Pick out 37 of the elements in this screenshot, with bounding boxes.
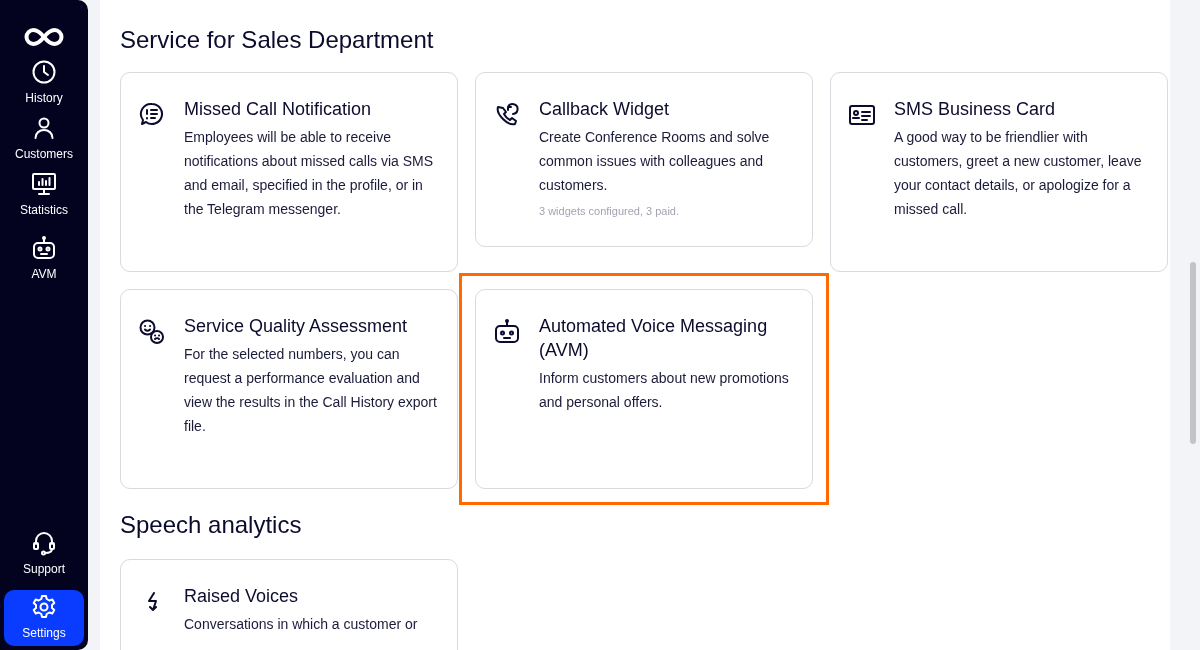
headset-icon bbox=[31, 530, 57, 556]
card-description: Create Conference Rooms and solve common issues with colleagues and customers. bbox=[539, 128, 771, 195]
card-title: SMS Business Card bbox=[894, 98, 1057, 121]
sidebar-nav-item[interactable]: History bbox=[4, 55, 84, 111]
service-card[interactable]: Automated Voice Messaging (AVM) Inform customers about new promotions and personal offers. bbox=[475, 289, 813, 489]
sidebar-nav-item[interactable]: AVM bbox=[4, 231, 84, 287]
clock-icon bbox=[31, 59, 57, 85]
robot-icon bbox=[31, 235, 57, 261]
card-note: 3 widgets configured, 3 paid. bbox=[539, 204, 681, 219]
smiley-faces-icon bbox=[138, 318, 166, 346]
section-heading: Service for Sales Department bbox=[120, 25, 435, 55]
card-title: Automated Voice Messaging (AVM) bbox=[539, 315, 769, 362]
sidebar-nav-item[interactable]: Customers bbox=[4, 111, 84, 167]
card-title: Missed Call Notification bbox=[184, 98, 373, 121]
service-card[interactable]: Service Quality Assessment For the selected numbers, you can request a performance evaluation and view the results in the Call History export file. bbox=[120, 289, 458, 489]
monitor-chart-icon bbox=[31, 171, 57, 197]
card-title: Callback Widget bbox=[539, 98, 671, 121]
card-title: Raised Voices bbox=[184, 585, 300, 608]
section-heading: Speech analytics bbox=[120, 510, 303, 540]
infinity-logo-icon bbox=[23, 27, 65, 47]
service-card[interactable]: Callback Widget Create Conference Rooms and solve common issues with colleagues and customers. 3 widgets configured, 3 paid. bbox=[475, 72, 813, 247]
robot-icon bbox=[493, 318, 521, 346]
gear-icon bbox=[31, 594, 57, 620]
card-description: A good way to be friendlier with customers, greet a new customer, leave your contact details, or apologize for a missed call. bbox=[894, 128, 1143, 219]
card-description: Conversations in which a customer or bbox=[184, 615, 418, 634]
scrollbar-thumb[interactable] bbox=[1190, 262, 1196, 444]
service-card[interactable]: Missed Call Notification Employees will be able to receive notifications about missed calls via SMS and email, specified in the profile, or in the Telegram messenger. bbox=[120, 72, 458, 272]
sidebar-nav-item[interactable]: Settings bbox=[4, 590, 84, 646]
service-card[interactable]: SMS Business Card A good way to be friendlier with customers, greet a new customer, leave your contact details, or apologize for a missed call. bbox=[830, 72, 1168, 272]
card-description: For the selected numbers, you can request a performance evaluation and view the results in the Call History export file. bbox=[184, 345, 438, 436]
sidebar-nav-item[interactable]: Support bbox=[4, 526, 84, 582]
sidebar-nav-item[interactable]: Statistics bbox=[4, 167, 84, 223]
lightning-arrow-icon bbox=[146, 592, 158, 612]
card-title: Service Quality Assessment bbox=[184, 315, 409, 338]
card-description: Inform customers about new promotions and personal offers. bbox=[539, 369, 790, 412]
service-card[interactable]: Raised Voices Conversations in which a customer or bbox=[120, 559, 458, 650]
card-description: Employees will be able to receive notifications about missed calls via SMS and email, specified in the profile, or in the Telegram messenger. bbox=[184, 128, 434, 219]
